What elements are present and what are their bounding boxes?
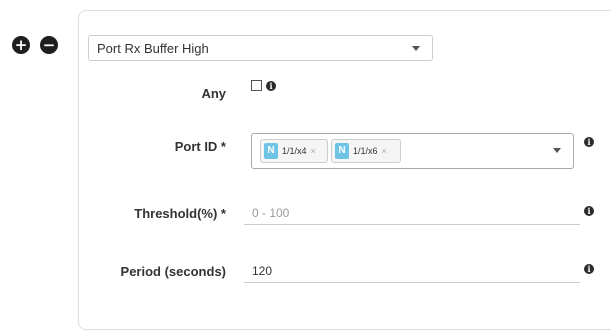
port-tag-label: 1/1/x6 xyxy=(353,146,378,156)
port-tag: N 1/1/x6 × xyxy=(331,139,401,163)
period-label: Period (seconds) xyxy=(120,264,226,279)
port-id-multiselect[interactable]: N 1/1/x4 × N 1/1/x6 × xyxy=(251,133,574,169)
minus-circle-icon: − xyxy=(42,35,56,54)
node-badge: N xyxy=(335,143,349,159)
threshold-label: Threshold(%) * xyxy=(134,206,226,221)
port-id-label: Port ID * xyxy=(174,139,226,154)
threshold-input[interactable] xyxy=(244,201,580,225)
port-tag-label: 1/1/x4 xyxy=(282,146,307,156)
period-input[interactable] xyxy=(244,259,580,283)
node-badge: N xyxy=(264,143,278,159)
remove-tag-icon[interactable]: × xyxy=(311,146,316,156)
info-icon[interactable]: i xyxy=(584,137,594,147)
chevron-down-icon[interactable] xyxy=(553,148,561,153)
info-icon[interactable]: i xyxy=(584,264,594,274)
info-icon[interactable]: i xyxy=(266,81,276,91)
remove-rule-button[interactable]: − xyxy=(40,36,58,54)
info-icon[interactable]: i xyxy=(584,206,594,216)
rule-type-selected: Port Rx Buffer High xyxy=(97,41,209,56)
add-rule-button[interactable]: + xyxy=(12,36,30,54)
plus-circle-icon: + xyxy=(14,35,28,54)
any-checkbox[interactable] xyxy=(251,80,262,91)
any-label: Any xyxy=(201,86,226,101)
remove-tag-icon[interactable]: × xyxy=(382,146,387,156)
chevron-down-icon xyxy=(412,46,420,51)
port-tag: N 1/1/x4 × xyxy=(260,139,328,163)
rule-type-select[interactable]: Port Rx Buffer High xyxy=(88,35,433,61)
